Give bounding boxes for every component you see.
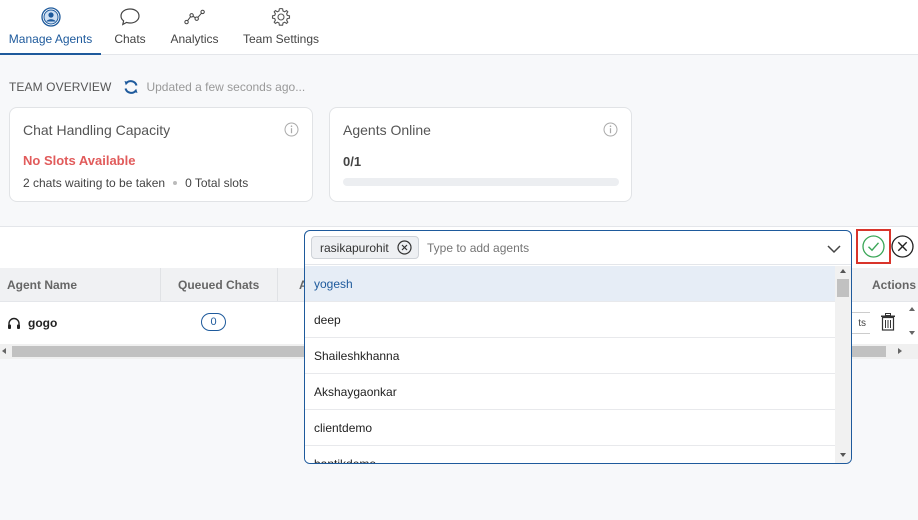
confirm-add-agents-button[interactable] — [856, 229, 891, 264]
gear-icon — [270, 6, 292, 28]
refresh-icon[interactable] — [123, 79, 139, 95]
tab-manage-agents[interactable]: Manage Agents — [0, 0, 101, 55]
tab-analytics[interactable]: Analytics — [168, 0, 221, 54]
top-navigation: Manage Agents Chats Analytics Team Setti… — [0, 0, 918, 55]
agent-options-list: yogesh deep Shaileshkhanna Akshaygaonkar cli… — [305, 266, 835, 463]
cancel-add-agents-button[interactable] — [891, 235, 914, 258]
last-updated-text: Updated a few seconds ago... — [146, 80, 306, 94]
agent-option[interactable]: Shaileshkhanna — [305, 338, 835, 374]
scroll-up-arrow[interactable] — [840, 269, 846, 273]
column-divider — [277, 268, 278, 301]
agent-name: gogo — [28, 316, 58, 330]
analytics-icon — [183, 6, 206, 28]
scroll-up-arrow[interactable] — [909, 307, 915, 311]
agent-picker-input[interactable]: rasikapurohit — [305, 231, 851, 265]
column-header-actions: Actions — [872, 278, 917, 292]
column-divider — [160, 268, 161, 301]
info-icon[interactable] — [603, 122, 618, 137]
info-icon[interactable] — [284, 122, 299, 137]
capacity-details: 2 chats waiting to be taken 0 Total slot… — [23, 176, 248, 190]
tab-team-settings[interactable]: Team Settings — [242, 0, 320, 54]
remove-chip-icon[interactable] — [397, 240, 412, 255]
capacity-status: No Slots Available — [23, 153, 136, 168]
tab-label: Manage Agents — [8, 32, 93, 46]
agent-option[interactable]: yogesh — [305, 266, 835, 302]
card-title: Agents Online — [343, 122, 431, 138]
add-agent-dropdown: rasikapurohit yogeshdeepShaileshkhannaAk… — [304, 230, 852, 464]
total-slots-text: 0 Total slots — [185, 176, 249, 190]
scroll-down-arrow[interactable] — [909, 331, 915, 335]
headset-icon — [7, 317, 21, 330]
agents-online-card: Agents Online 0/1 — [329, 107, 632, 202]
chevron-down-icon[interactable] — [827, 242, 841, 254]
agent-option[interactable]: clientdemo — [305, 410, 835, 446]
scroll-down-arrow[interactable] — [840, 453, 846, 457]
separator-dot — [173, 181, 178, 185]
queued-chats-badge: 0 — [201, 313, 226, 331]
team-overview-title: TEAM OVERVIEW — [9, 80, 112, 94]
agents-online-progress — [343, 178, 619, 186]
delete-icon[interactable] — [880, 313, 896, 331]
scroll-right-arrow[interactable] — [898, 348, 902, 354]
close-circle-icon — [891, 235, 914, 258]
scrollbar-thumb[interactable] — [837, 279, 849, 297]
scroll-left-arrow[interactable] — [2, 348, 6, 354]
agent-search-input[interactable] — [427, 241, 807, 255]
agents-online-value: 0/1 — [343, 154, 362, 169]
column-header-agent-name[interactable]: Agent Name — [7, 278, 77, 292]
user-circle-icon — [40, 6, 62, 28]
agent-name-cell: gogo — [7, 316, 57, 330]
chip-label: rasikapurohit — [320, 240, 389, 255]
agent-option[interactable]: Akshaygaonkar — [305, 374, 835, 410]
column-header-queued-chats[interactable]: Queued Chats — [178, 278, 259, 292]
chat-capacity-card: Chat Handling Capacity No Slots Availabl… — [9, 107, 313, 202]
tab-label: Analytics — [170, 32, 219, 46]
agent-option[interactable]: deep — [305, 302, 835, 338]
chat-bubble-icon — [119, 6, 141, 28]
agent-option[interactable]: bantikdemo — [305, 446, 835, 463]
team-overview-header: TEAM OVERVIEW Updated a few seconds ago.… — [9, 79, 305, 95]
check-circle-icon — [862, 235, 885, 258]
dropdown-scrollbar[interactable] — [835, 266, 851, 463]
card-title: Chat Handling Capacity — [23, 122, 171, 138]
tab-chats[interactable]: Chats — [111, 0, 149, 54]
tab-label: Chats — [114, 32, 146, 46]
tab-label: Team Settings — [242, 32, 320, 46]
waiting-chats-text: 2 chats waiting to be taken — [23, 176, 166, 190]
selected-agent-chip: rasikapurohit — [311, 236, 419, 259]
